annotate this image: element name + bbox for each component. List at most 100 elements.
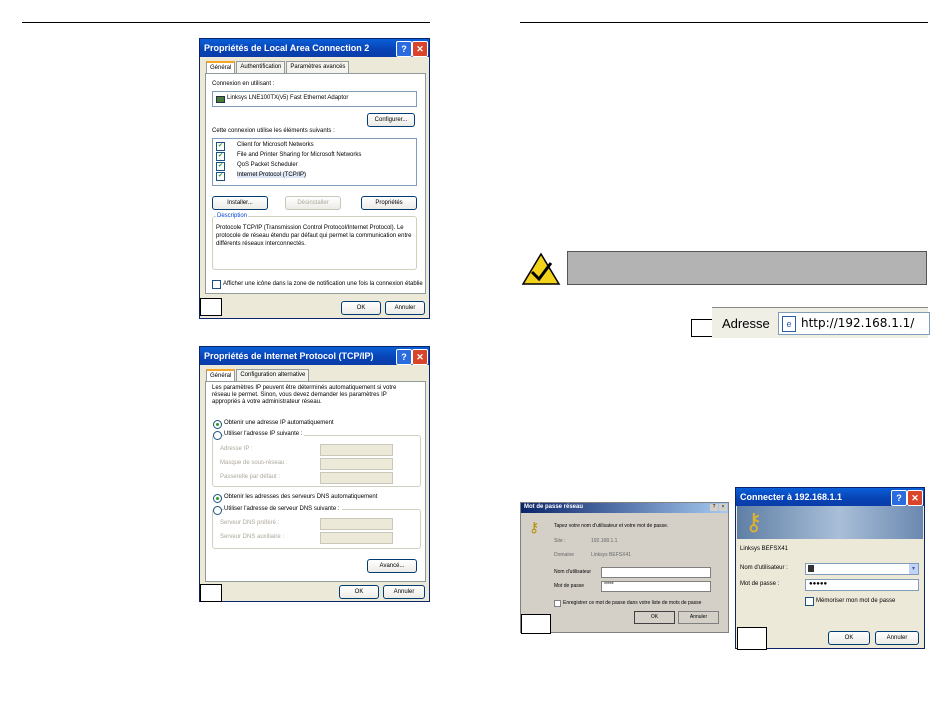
window-title: Connecter à 192.168.1.1 (740, 492, 843, 502)
help-icon[interactable]: ? (710, 504, 718, 511)
note-check-icon (521, 252, 561, 286)
close-icon[interactable]: × (719, 504, 727, 511)
window-title: Propriétés de Local Area Connection 2 (204, 43, 370, 53)
dns-manual-label[interactable]: Utiliser l'adresse de serveur DNS suivan… (224, 506, 342, 512)
ip-manual-radio[interactable] (213, 431, 222, 440)
figure-marker (200, 298, 222, 316)
username-input[interactable] (601, 567, 711, 578)
ip-auto-radio[interactable] (213, 420, 222, 429)
close-icon[interactable]: ✕ (412, 349, 428, 365)
domain-label: Domaine (554, 552, 575, 558)
component-client[interactable]: Client for Microsoft Networks (237, 142, 314, 148)
intro-line-3: appropriés à votre administrateur réseau… (212, 399, 322, 405)
username-combobox[interactable]: ▾ (805, 563, 919, 575)
component-file-sharing[interactable]: File and Printer Sharing for Microsoft N… (237, 152, 361, 158)
figure-marker (200, 584, 222, 602)
description-label: Description (216, 213, 249, 219)
tab-advanced[interactable]: Paramètres avancés (286, 61, 350, 73)
note-bar (567, 251, 927, 285)
preferred-dns-field (320, 518, 393, 530)
address-label: Adresse (722, 316, 770, 331)
cancel-button[interactable]: Annuler (385, 301, 425, 315)
network-password-dialog: Mot de passe réseau ? × ⚷ Tapez votre no… (520, 502, 729, 633)
figure-marker (521, 614, 551, 634)
url-input[interactable]: e http://192.168.1.1/ (778, 312, 930, 335)
remember-password-label[interactable]: Mémoriser mon mot de passe (816, 598, 895, 604)
configure-button[interactable]: Configurer... (367, 113, 415, 127)
figure-marker (737, 627, 767, 650)
title-bar: Mot de passe réseau ? × (521, 503, 728, 513)
checkbox-file-sharing[interactable]: ✔ (216, 152, 225, 161)
description-line-2: protocole de réseau étendu par défaut qu… (216, 233, 412, 239)
checkbox-client[interactable]: ✔ (216, 142, 225, 151)
site-label: Site : (554, 538, 566, 544)
ip-manual-label[interactable]: Utiliser l'adresse IP suivante : (224, 431, 305, 437)
banner: ⚷ (737, 506, 923, 539)
password-input[interactable]: ***** (601, 581, 711, 592)
address-bar: Adresse e http://192.168.1.1/ (712, 307, 930, 338)
intro-line-1: Les paramètres IP peuvent être déterminé… (212, 385, 397, 391)
preferred-dns-label: Serveur DNS préféré : (220, 520, 280, 526)
advanced-button[interactable]: Avancé... (367, 559, 417, 573)
ok-button[interactable]: OK (339, 585, 379, 599)
description-line-1: Protocole TCP/IP (Transmission Control P… (216, 225, 404, 231)
keys-icon: ⚷ (745, 509, 763, 536)
chevron-down-icon[interactable]: ▾ (909, 564, 918, 574)
figure-marker (691, 319, 713, 337)
save-password-checkbox[interactable] (554, 600, 561, 607)
components-list[interactable]: ✔ Client for Microsoft Networks ✔ File a… (212, 138, 417, 186)
subnet-mask-field (320, 458, 393, 470)
ie-page-icon: e (782, 316, 796, 332)
cancel-button[interactable]: Annuler (875, 631, 919, 645)
ip-address-label: Adresse IP : (220, 446, 253, 452)
alternate-dns-label: Serveur DNS auxiliaire : (220, 534, 285, 540)
properties-button[interactable]: Propriétés (361, 196, 417, 210)
gateway-field (320, 472, 393, 484)
tab-authentication[interactable]: Authentification (236, 61, 286, 73)
realm-label: Linksys BEFSX41 (740, 546, 789, 552)
notify-label[interactable]: Afficher une icône dans la zone de notif… (223, 281, 423, 287)
dns-auto-label[interactable]: Obtenir les adresses des serveurs DNS au… (224, 494, 377, 500)
ok-button[interactable]: OK (828, 631, 870, 645)
connect-using-label: Connexion en utilisant : (212, 81, 275, 87)
user-icon (808, 565, 814, 572)
component-tcpip[interactable]: Internet Protocol (TCP/IP) (237, 172, 307, 178)
ip-address-field (320, 444, 393, 456)
close-icon[interactable]: ✕ (907, 490, 923, 506)
checkbox-tcpip[interactable]: ✔ (216, 172, 225, 181)
help-icon[interactable]: ? (891, 490, 907, 506)
header-rule-right (520, 22, 928, 23)
site-value: 192.168.1.1 (591, 538, 618, 544)
title-bar: Propriétés de Local Area Connection 2 (200, 39, 429, 57)
password-mask: ●●●●● (809, 581, 828, 587)
intro-line-2: réseau le permet. Sinon, vous devez dema… (212, 392, 387, 398)
remember-password-checkbox[interactable] (805, 597, 814, 606)
ip-auto-label[interactable]: Obtenir une adresse IP automatiquement (224, 420, 334, 426)
login-prompt: Tapez votre nom d'utilisateur et votre m… (554, 523, 669, 529)
help-icon[interactable]: ? (396, 349, 412, 365)
header-rule-left (22, 22, 430, 23)
notify-checkbox[interactable] (212, 280, 221, 289)
dns-auto-radio[interactable] (213, 494, 222, 503)
ok-button[interactable]: OK (341, 301, 381, 315)
cancel-button[interactable]: Annuler (678, 611, 719, 624)
connect-dialog: Connecter à 192.168.1.1 ? ✕ ⚷ Linksys BE… (735, 487, 925, 649)
window-title: Propriétés de Internet Protocol (TCP/IP) (204, 351, 374, 361)
cancel-button[interactable]: Annuler (383, 585, 425, 599)
install-button[interactable]: Installer... (212, 196, 268, 210)
description-line-3: différents réseaux interconnectés. (216, 241, 306, 247)
component-qos[interactable]: QoS Packet Scheduler (237, 162, 298, 168)
url-text: http://192.168.1.1/ (801, 316, 915, 330)
ok-button[interactable]: OK (634, 611, 675, 624)
dns-manual-radio[interactable] (213, 506, 222, 515)
save-password-label[interactable]: Enregistrer ce mot de passe dans votre l… (563, 600, 701, 606)
help-icon[interactable]: ? (396, 41, 412, 57)
username-label: Nom d'utilisateur : (740, 565, 788, 571)
password-input[interactable]: ●●●●● (805, 579, 919, 591)
components-label: Cette connexion utilise les éléments sui… (212, 128, 335, 134)
lan-properties-dialog: Propriétés de Local Area Connection 2 ? … (199, 38, 430, 319)
checkbox-qos[interactable]: ✔ (216, 162, 225, 171)
close-icon[interactable]: ✕ (412, 41, 428, 57)
tab-strip: Général Authentification Paramètres avan… (206, 61, 350, 75)
tab-alternate-config[interactable]: Configuration alternative (236, 369, 310, 381)
